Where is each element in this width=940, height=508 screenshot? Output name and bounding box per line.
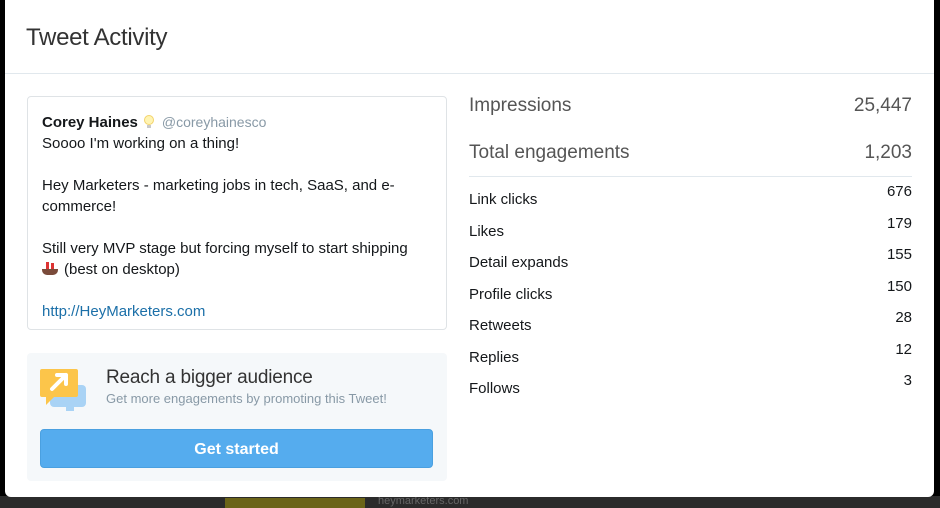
background-page-strip: heymarketers.com: [0, 495, 940, 508]
metric-label: Replies: [469, 348, 520, 366]
impressions-value: 25,447: [853, 95, 912, 116]
engagements-value: 1,203: [864, 142, 912, 163]
tweet-line-3: Still very MVP stage but forcing myself …: [42, 238, 432, 280]
promote-subtitle: Get more engagements by promoting this T…: [106, 391, 387, 406]
tweet-card[interactable]: Corey Haines @coreyhainesco Soooo I'm wo…: [27, 96, 447, 330]
metric-value: 179: [886, 214, 912, 232]
metric-row-retweets: Retweets 28: [469, 309, 912, 343]
tweet-link[interactable]: http://HeyMarketers.com: [42, 303, 205, 320]
metric-value: 12: [895, 340, 912, 358]
modal-header: Tweet Activity: [5, 0, 934, 74]
metric-value: 28: [895, 309, 912, 326]
modal-title: Tweet Activity: [26, 23, 168, 51]
impressions-label: Impressions: [469, 95, 572, 116]
tweet-line-2: Hey Marketers - marketing jobs in tech, …: [42, 177, 395, 215]
metric-row-link-clicks: Link clicks 676: [469, 183, 912, 217]
ship-icon: [42, 261, 58, 275]
stats-divider: [469, 176, 912, 177]
left-column: Corey Haines @coreyhainesco Soooo I'm wo…: [27, 96, 447, 481]
metric-label: Link clicks: [469, 191, 538, 208]
lightbulb-icon: [143, 115, 154, 129]
tweet-header: Corey Haines @coreyhainesco: [42, 111, 432, 133]
author-name[interactable]: Corey Haines: [42, 114, 138, 131]
metric-label: Detail expands: [469, 254, 569, 271]
metric-row-detail-expands: Detail expands 155: [469, 246, 912, 280]
metric-row-profile-clicks: Profile clicks 150: [469, 277, 912, 312]
tweet-line-3-suffix: (best on desktop): [64, 261, 180, 278]
stats-column: Impressions 25,447 Total engagements 1,2…: [469, 92, 912, 406]
engagements-row: Total engagements 1,203: [469, 139, 912, 167]
get-started-button[interactable]: Get started: [40, 429, 433, 468]
metric-row-replies: Replies 12: [469, 340, 912, 375]
engagement-breakdown: Link clicks 676 Likes 179 Detail expands…: [469, 183, 912, 406]
tweet-text: Soooo I'm working on a thing! Hey Market…: [42, 133, 432, 322]
metric-label: Follows: [469, 380, 520, 397]
tweet-line-3-text: Still very MVP stage but forcing myself …: [42, 240, 408, 257]
metric-row-follows: Follows 3: [469, 372, 912, 406]
metric-value: 150: [886, 277, 912, 295]
metric-label: Retweets: [469, 317, 532, 334]
background-highlight: [225, 498, 365, 508]
engagements-label: Total engagements: [469, 142, 630, 163]
promote-title: Reach a bigger audience: [106, 367, 313, 388]
author-handle[interactable]: @coreyhainesco: [162, 114, 267, 130]
metric-label: Likes: [469, 222, 505, 240]
metric-value: 155: [886, 246, 912, 263]
tweet-line-1: Soooo I'm working on a thing!: [42, 135, 240, 152]
impressions-row: Impressions 25,447: [469, 92, 912, 120]
metric-label: Profile clicks: [469, 285, 553, 303]
promote-panel: Reach a bigger audience Get more engagem…: [27, 353, 447, 481]
promote-icon: [40, 369, 86, 411]
metric-value: 676: [886, 183, 912, 200]
metric-row-likes: Likes 179: [469, 214, 912, 249]
tweet-activity-modal: Tweet Activity Corey Haines @coreyhaines…: [5, 0, 934, 497]
metric-value: 3: [903, 372, 912, 389]
